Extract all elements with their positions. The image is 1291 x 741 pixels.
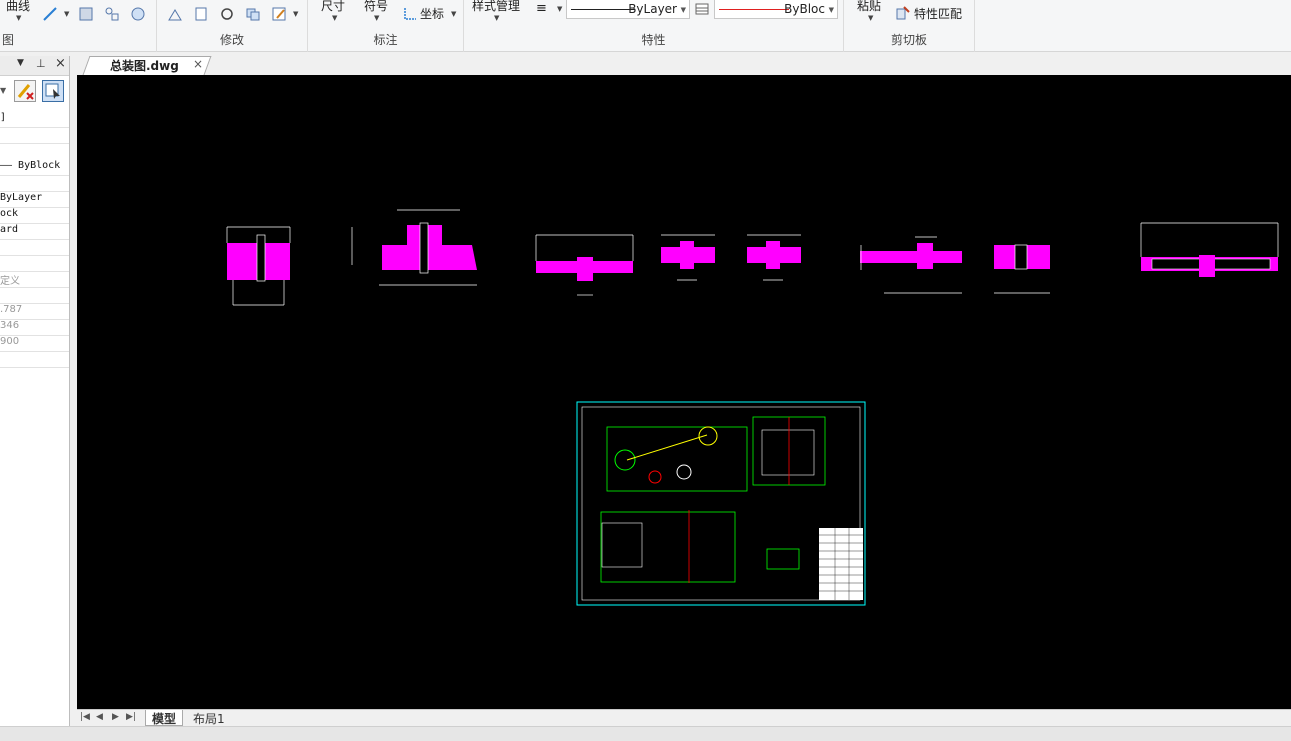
rotate-icon[interactable]: [219, 6, 235, 22]
region-icon[interactable]: [130, 6, 146, 22]
part-view-3: [535, 234, 634, 296]
quick-select-icon: [17, 84, 34, 100]
shapes-icon[interactable]: [104, 6, 120, 22]
assembly-sheet: [576, 401, 866, 606]
document-tab-bar: 总装图.dwg ×: [76, 54, 1291, 75]
symbol-button[interactable]: 符号: [364, 0, 388, 14]
property-row[interactable]: ard: [0, 224, 69, 240]
match-properties-button[interactable]: 特性匹配: [914, 5, 962, 22]
style-manager-dropdown-icon[interactable]: ▼: [494, 14, 499, 22]
layer-icon[interactable]: [694, 1, 710, 17]
annotation-group: 尺寸 ▼ 符号 ▼ 坐标 ▼ 标注: [308, 0, 464, 52]
ribbon: 曲线 ▼ ▼ 图 ▼ 修改 尺寸 ▼ 符号 ▼ 坐标 ▼ 标注 样式管理 ▼ ≡…: [0, 0, 1291, 52]
first-layout-icon[interactable]: |◀: [80, 712, 90, 722]
status-bar: [0, 726, 1291, 741]
edit-pen-icon[interactable]: [271, 6, 287, 22]
cad-drawing: [226, 209, 1279, 606]
layout-tab-bar: |◀ ◀ ▶ ▶| 模型 布局1: [77, 709, 1291, 726]
panel-selector-dropdown-icon[interactable]: ▼: [0, 86, 6, 95]
clipboard-group: 粘贴 ▼ 特性匹配 剪切板: [844, 0, 975, 52]
modify-group: ▼ 修改: [157, 0, 308, 52]
quick-select-button[interactable]: [14, 80, 36, 102]
property-row[interactable]: 900: [0, 336, 69, 352]
lineweight-dropdown-icon[interactable]: ▼: [557, 5, 562, 13]
paste-button[interactable]: 粘贴: [857, 0, 881, 14]
property-row[interactable]: [0, 176, 69, 192]
color-dropdown-icon[interactable]: ▼: [829, 6, 834, 14]
drawing-canvas[interactable]: [77, 75, 1291, 709]
coordinate-icon[interactable]: [402, 6, 418, 22]
line-dropdown-icon[interactable]: ▼: [64, 10, 69, 18]
paste-dropdown-icon[interactable]: ▼: [868, 14, 873, 22]
coordinate-dropdown-icon[interactable]: ▼: [451, 10, 456, 18]
curve-dropdown-icon[interactable]: ▼: [16, 14, 21, 22]
dimension-dropdown-icon[interactable]: ▼: [332, 14, 337, 22]
linetype-combo[interactable]: ByLayer ▼: [566, 0, 690, 19]
linetype-value: ByLayer: [628, 2, 677, 16]
line-icon[interactable]: [42, 6, 58, 22]
color-combo[interactable]: ByBloc ▼: [714, 0, 838, 19]
style-manager-button[interactable]: 样式管理: [472, 0, 520, 14]
modify-group-label: 修改: [219, 33, 244, 47]
symbol-dropdown-icon[interactable]: ▼: [374, 14, 379, 22]
stretch-icon[interactable]: [167, 6, 183, 22]
curve-button[interactable]: 曲线: [6, 0, 30, 14]
color-preview: [719, 9, 789, 10]
part-view-7: [994, 244, 1050, 294]
select-objects-button[interactable]: [42, 80, 64, 102]
part-view-6: [860, 236, 962, 294]
properties-panel: ▼ ⊥ × ▼ ] —— ByBlock ByLayer ock ard 定义 .787 3…: [0, 56, 70, 726]
rectangle-icon[interactable]: [78, 6, 94, 22]
page-icon[interactable]: [193, 6, 209, 22]
property-row[interactable]: 346: [0, 320, 69, 336]
property-row[interactable]: [0, 128, 69, 144]
select-objects-icon: [45, 83, 60, 99]
dimension-button[interactable]: 尺寸: [321, 0, 345, 14]
part-view-4: [661, 234, 715, 281]
property-row[interactable]: —— ByBlock: [0, 160, 69, 176]
prev-layout-icon[interactable]: ◀: [96, 712, 103, 722]
property-row[interactable]: 定义: [0, 272, 69, 288]
next-layout-icon[interactable]: ▶: [112, 712, 119, 722]
linetype-preview: [571, 9, 635, 10]
color-value: ByBloc: [784, 2, 825, 16]
document-tab-close-icon[interactable]: ×: [193, 57, 203, 71]
clipboard-group-label: 剪切板: [890, 33, 927, 47]
property-row[interactable]: ByLayer: [0, 192, 69, 208]
lineweight-icon[interactable]: ≡: [536, 1, 547, 16]
panel-pin-icon[interactable]: ⊥: [36, 57, 46, 70]
panel-menu-icon[interactable]: ▼: [17, 58, 24, 68]
property-row[interactable]: [0, 288, 69, 304]
document-tab-title[interactable]: 总装图.dwg: [110, 57, 179, 74]
part-view-1: [226, 226, 291, 306]
modify-more-dropdown-icon[interactable]: ▼: [293, 10, 298, 18]
properties-group-label: 特性: [641, 33, 666, 47]
coordinate-button[interactable]: 坐标: [420, 5, 444, 22]
draw-group: 曲线 ▼ ▼ 图: [0, 0, 157, 52]
array-icon[interactable]: [245, 6, 261, 22]
tab-layout1[interactable]: 布局1: [187, 710, 231, 726]
linetype-dropdown-icon[interactable]: ▼: [681, 6, 686, 14]
property-row[interactable]: [0, 352, 69, 368]
part-view-5: [747, 234, 801, 281]
part-view-2: [351, 209, 477, 286]
property-row[interactable]: ]: [0, 112, 69, 128]
last-layout-icon[interactable]: ▶|: [126, 712, 136, 722]
part-view-8: [1140, 222, 1279, 277]
match-properties-icon[interactable]: [895, 5, 911, 21]
property-row[interactable]: [0, 240, 69, 256]
panel-titlebar: ▼ ⊥ ×: [0, 56, 69, 76]
annotation-group-label: 标注: [373, 33, 398, 47]
property-row[interactable]: ock: [0, 208, 69, 224]
tab-model[interactable]: 模型: [145, 710, 184, 726]
panel-close-icon[interactable]: ×: [55, 56, 66, 71]
properties-group: 样式管理 ▼ ≡ ▼ ByLayer ▼ ByBloc ▼ 特性: [464, 0, 844, 52]
draw-group-label: 图: [2, 33, 15, 47]
property-row[interactable]: .787: [0, 304, 69, 320]
property-row[interactable]: [0, 256, 69, 272]
